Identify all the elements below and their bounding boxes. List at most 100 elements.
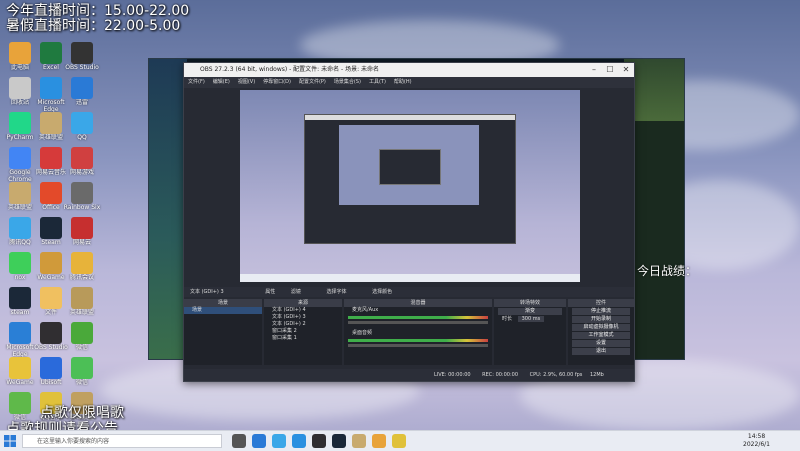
source-item[interactable]: 文本 (GDI+) 2 bbox=[264, 321, 342, 328]
live-status: LIVE: 00:00:00 bbox=[434, 372, 471, 378]
clock-date: 2022/6/1 bbox=[743, 441, 770, 448]
obs-menu-item[interactable]: 配置文件(P) bbox=[299, 79, 326, 85]
mixer-dock: 麦克风/Aux 桌面音频 bbox=[344, 307, 492, 365]
control-button[interactable]: 退出 bbox=[572, 348, 630, 355]
desktop-icon[interactable]: 微信 bbox=[62, 357, 102, 393]
app-icon bbox=[40, 287, 62, 309]
filters-button[interactable]: 滤镜 bbox=[291, 289, 301, 295]
bitrate-status: 12Mb bbox=[589, 372, 604, 378]
app-icon bbox=[71, 112, 93, 134]
desktop-icon-label: QQ bbox=[77, 134, 87, 141]
app-icon bbox=[71, 252, 93, 274]
taskbar-app-icon[interactable] bbox=[312, 434, 326, 448]
desktop-icon[interactable]: Rainbow Six bbox=[62, 182, 102, 218]
app-icon bbox=[71, 357, 93, 379]
obs-menu-item[interactable]: 文件(F) bbox=[188, 79, 205, 85]
obs-menu-item[interactable]: 帮助(H) bbox=[394, 79, 412, 85]
desktop-icon-label: 网易云 bbox=[72, 239, 91, 246]
desktop-icon[interactable]: 迅雷 bbox=[62, 77, 102, 113]
app-icon bbox=[9, 112, 31, 134]
taskbar-app-icon[interactable] bbox=[232, 434, 246, 448]
control-button[interactable]: 停止推流 bbox=[572, 308, 630, 315]
taskbar-app-icon[interactable] bbox=[352, 434, 366, 448]
selected-source-name: 文本 (GDI+) 3 bbox=[190, 289, 224, 295]
mixer-desktop-label: 桌面音频 bbox=[352, 330, 373, 336]
app-icon bbox=[9, 77, 31, 99]
control-button[interactable]: 工作室模式 bbox=[572, 332, 630, 339]
desktop-icon-label: 迅雷 bbox=[75, 99, 88, 106]
source-item[interactable]: 窗口采集 1 bbox=[264, 335, 342, 342]
source-item[interactable]: 窗口采集 2 bbox=[264, 328, 342, 335]
desktop-icon[interactable]: 腾讯会议 bbox=[62, 252, 102, 288]
taskbar-app-icon[interactable] bbox=[332, 434, 346, 448]
select-font-button[interactable]: 选择字体 bbox=[326, 289, 346, 295]
mixer-mic-volume-slider[interactable] bbox=[348, 321, 488, 324]
windows-start-icon[interactable] bbox=[4, 435, 16, 447]
duration-label: 时长 bbox=[502, 316, 513, 322]
mixer-mic-label: 麦克风/Aux bbox=[352, 307, 379, 313]
desktop-icon[interactable]: 英雄联盟 bbox=[62, 287, 102, 323]
desktop-icon[interactable]: 微信 bbox=[62, 322, 102, 358]
mixer-desktop-meter bbox=[348, 339, 488, 342]
app-icon bbox=[9, 182, 31, 204]
taskbar-app-icon[interactable] bbox=[252, 434, 266, 448]
desktop-icon-label: OBS Studio bbox=[65, 64, 99, 71]
transition-duration-row: 时长 300 ms bbox=[494, 316, 566, 323]
controls-dock-header: 控件 bbox=[568, 299, 634, 307]
transitions-dock-header: 转场特效 bbox=[494, 299, 566, 307]
app-icon bbox=[40, 112, 62, 134]
source-item[interactable]: 文本 (GDI+) 4 bbox=[264, 307, 342, 314]
taskbar-app-icon[interactable] bbox=[272, 434, 286, 448]
taskbar-app-icon[interactable] bbox=[372, 434, 386, 448]
obs-window[interactable]: OBS 27.2.3 (64 bit, windows) - 配置文件: 未命名… bbox=[183, 62, 635, 382]
preview-taskbar bbox=[240, 274, 580, 282]
windows-taskbar: 在这里输入你要搜索的内容 14:58 2022/6/1 bbox=[0, 430, 800, 451]
control-button[interactable]: 启动虚拟摄像机 bbox=[572, 324, 630, 331]
stream-schedule-line2: 暑假直播时间：22.00-5.00 bbox=[6, 18, 181, 34]
app-icon bbox=[40, 357, 62, 379]
control-button[interactable]: 设置 bbox=[572, 340, 630, 347]
obs-menu-item[interactable]: 停靠窗口(D) bbox=[263, 79, 291, 85]
obs-title-bar[interactable]: OBS 27.2.3 (64 bit, windows) - 配置文件: 未命名… bbox=[184, 63, 634, 77]
obs-status-bar: LIVE: 00:00:00 REC: 00:00:00 CPU: 2.9%, … bbox=[184, 369, 634, 381]
taskbar-clock[interactable]: 14:58 2022/6/1 bbox=[743, 433, 770, 449]
duration-input[interactable]: 300 ms bbox=[517, 316, 545, 322]
transitions-dock: 渐变 时长 300 ms bbox=[494, 307, 566, 365]
control-button[interactable]: 开始录制 bbox=[572, 316, 630, 323]
source-item[interactable]: 文本 (GDI+) 3 bbox=[264, 314, 342, 321]
desktop-icon-label: 微信 bbox=[75, 379, 88, 386]
minimize-button[interactable]: – bbox=[586, 63, 602, 77]
mixer-desktop-volume-slider[interactable] bbox=[348, 344, 488, 347]
mixer-mic-meter bbox=[348, 316, 488, 319]
clock-time: 14:58 bbox=[747, 433, 766, 440]
desktop-icon[interactable]: 网易游戏 bbox=[62, 147, 102, 183]
desktop-icon[interactable]: QQ bbox=[62, 112, 102, 148]
desktop-icon[interactable]: OBS Studio bbox=[62, 42, 102, 78]
app-icon bbox=[9, 42, 31, 64]
controls-dock: 停止推流 开始录制 启动虚拟摄像机 工作室模式 设置 退出 bbox=[568, 307, 634, 365]
transition-type-select[interactable]: 渐变 bbox=[498, 308, 562, 315]
app-icon bbox=[71, 42, 93, 64]
obs-menu-item[interactable]: 视图(V) bbox=[238, 79, 255, 85]
app-icon bbox=[9, 392, 31, 414]
obs-menu-item[interactable]: 场景集合(S) bbox=[334, 79, 361, 85]
select-color-button[interactable]: 选择颜色 bbox=[372, 289, 392, 295]
obs-preview-canvas[interactable] bbox=[240, 90, 580, 282]
rec-status: REC: 00:00:00 bbox=[482, 372, 519, 378]
taskbar-search-input[interactable]: 在这里输入你要搜索的内容 bbox=[22, 434, 222, 448]
obs-menu-item[interactable]: 工具(T) bbox=[369, 79, 386, 85]
properties-button[interactable]: 属性 bbox=[265, 289, 275, 295]
taskbar-app-icon[interactable] bbox=[392, 434, 406, 448]
obs-menu-item[interactable]: 编辑(E) bbox=[213, 79, 230, 85]
app-icon bbox=[71, 217, 93, 239]
maximize-button[interactable]: ☐ bbox=[602, 63, 618, 77]
desktop-icon-label: 网易游戏 bbox=[69, 169, 94, 176]
taskbar-app-icon[interactable] bbox=[292, 434, 306, 448]
scene-item[interactable]: 场景 bbox=[184, 307, 262, 314]
app-icon bbox=[40, 252, 62, 274]
app-icon bbox=[71, 322, 93, 344]
desktop-icon[interactable]: 网易云 bbox=[62, 217, 102, 253]
app-icon bbox=[71, 147, 93, 169]
close-button[interactable]: ✕ bbox=[618, 63, 634, 77]
app-icon bbox=[40, 182, 62, 204]
